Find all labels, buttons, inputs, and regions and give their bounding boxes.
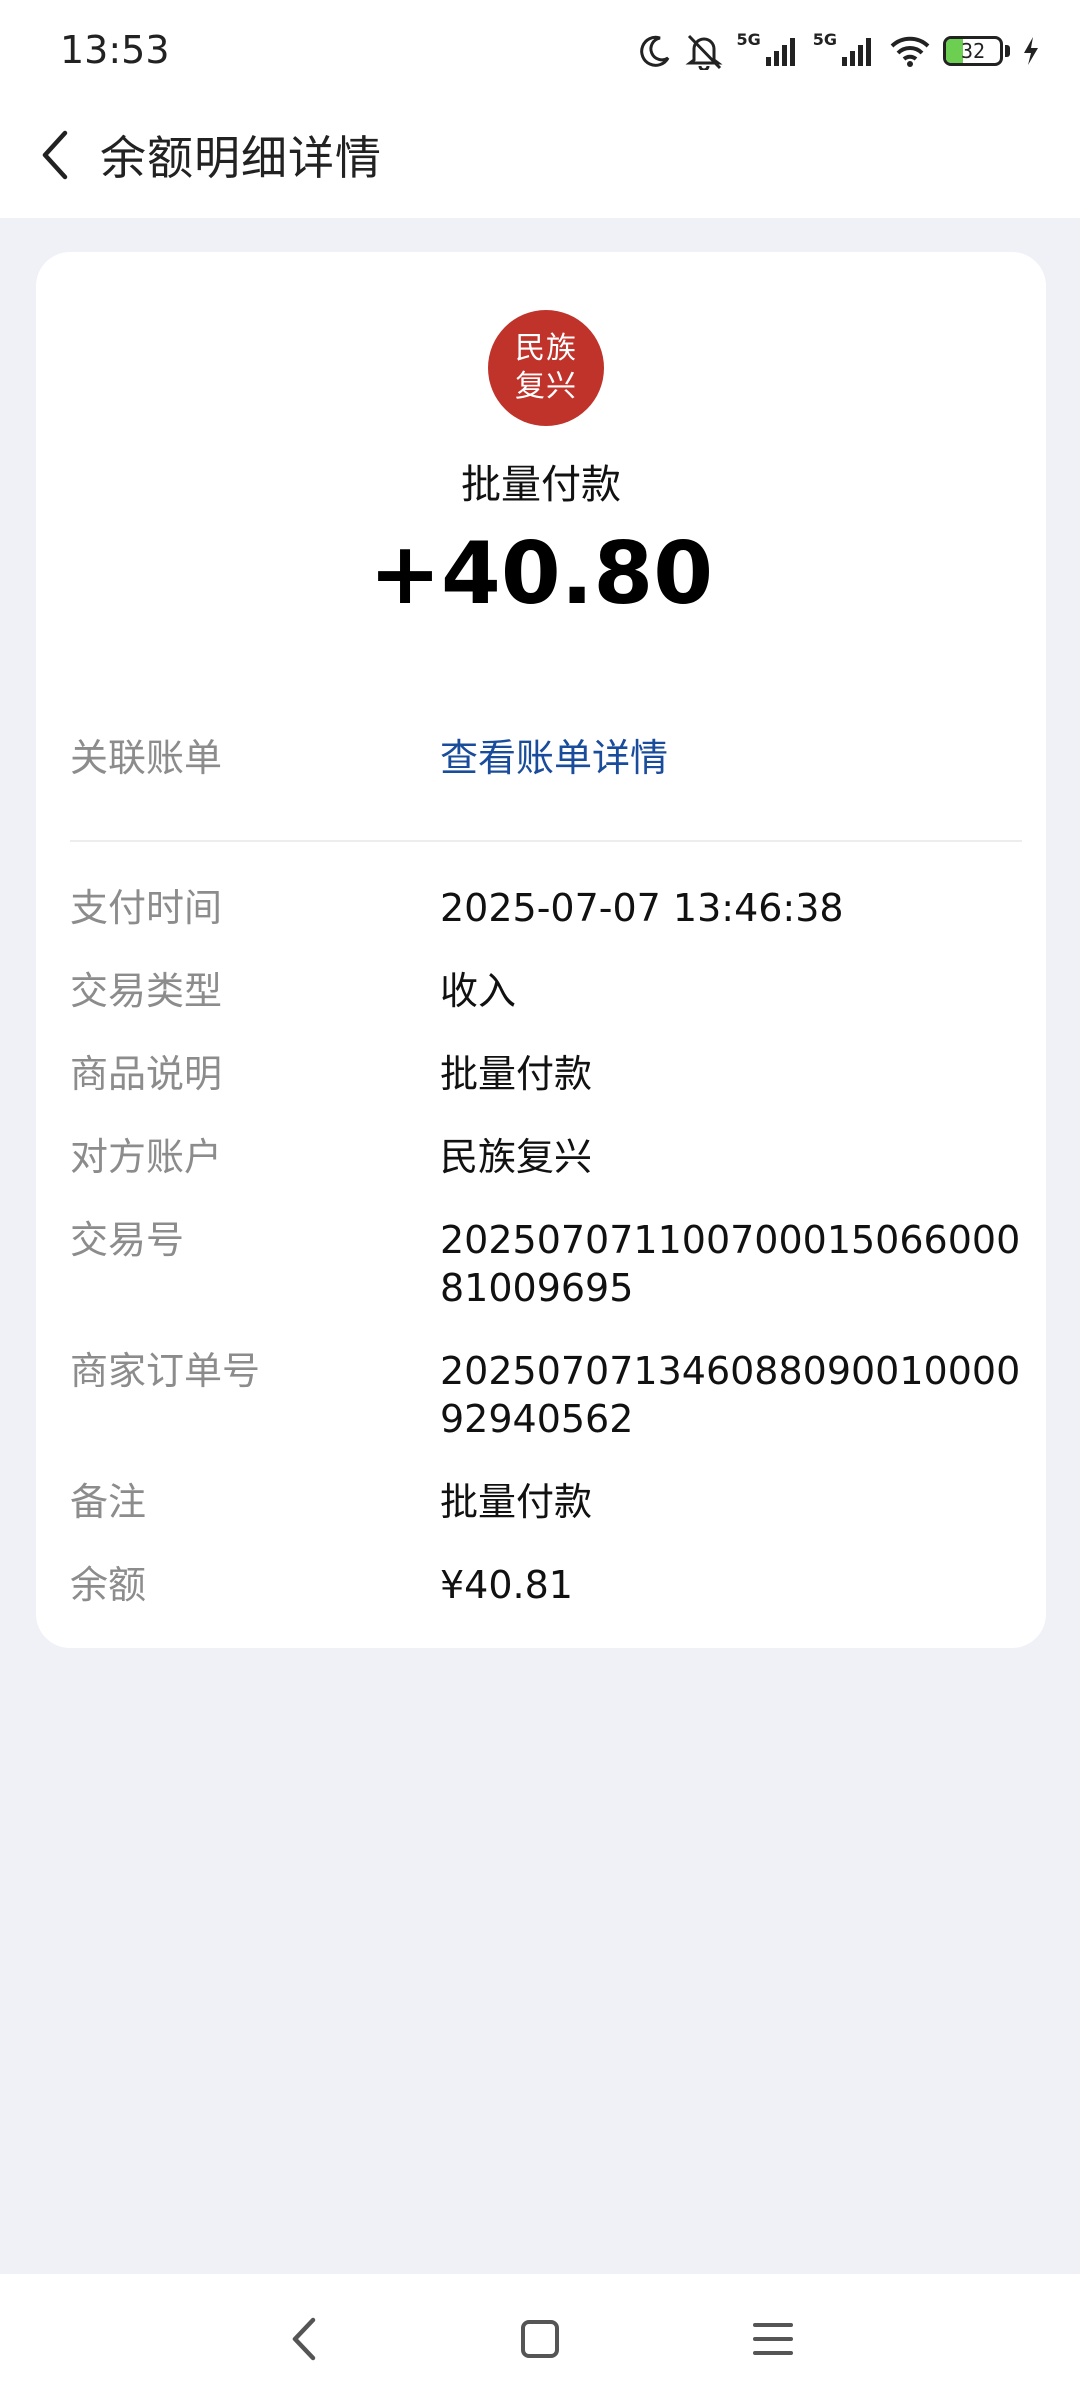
- detail-label: 支付时间: [70, 886, 223, 930]
- logo-text-line1: 民族: [515, 331, 577, 366]
- nav-menu-button[interactable]: [733, 2304, 813, 2374]
- payer-logo: 民族 复兴: [488, 310, 604, 426]
- nav-menu-icon: [753, 2323, 793, 2355]
- related-bill-row: 关联账单 查看账单详情: [70, 727, 1022, 787]
- detail-card: 民族 复兴 批量付款 +40.80 关联账单 查看账单详情 支付时间 2025-…: [36, 252, 1046, 1648]
- charging-icon: [1024, 37, 1038, 65]
- detail-value: 20250707134608809001000092940562: [440, 1349, 1021, 1441]
- battery-tip: [1005, 45, 1010, 57]
- chevron-left-icon: [42, 130, 68, 180]
- detail-value: 2025-07-07 13:46:38: [440, 886, 844, 930]
- nav-home-icon: [521, 2320, 559, 2358]
- mute-bell-icon: [685, 34, 723, 70]
- system-nav-bar: [0, 2274, 1080, 2400]
- detail-value: ¥40.81: [440, 1563, 573, 1607]
- transaction-amount: +40.80: [368, 524, 714, 624]
- moon-icon: [640, 35, 670, 67]
- battery-icon: 32: [943, 36, 1003, 66]
- detail-value: 批量付款: [440, 1052, 593, 1096]
- signal-icon: [765, 38, 795, 66]
- status-icons: 5G 5G 32: [638, 26, 1040, 76]
- detail-label: 备注: [70, 1480, 147, 1524]
- detail-value: 20250707110070001506600081009695: [440, 1218, 1021, 1310]
- nav-back-button[interactable]: [265, 2304, 345, 2374]
- detail-label: 余额: [70, 1563, 147, 1607]
- nav-home-button[interactable]: [500, 2304, 580, 2374]
- network-label: 5G: [736, 29, 761, 49]
- detail-label: 商家订单号: [70, 1349, 261, 1393]
- detail-value: 批量付款: [440, 1480, 593, 1524]
- logo-text-line2: 复兴: [515, 369, 577, 404]
- view-bill-link[interactable]: 查看账单详情: [440, 727, 668, 782]
- detail-label: 对方账户: [70, 1135, 223, 1179]
- status-bar: 13:53 5G 5G 32: [0, 0, 1080, 100]
- detail-label: 交易类型: [70, 969, 223, 1013]
- app-bar: 余额明细详情: [0, 100, 1080, 218]
- detail-label: 交易号: [70, 1218, 185, 1262]
- network-label: 5G: [812, 29, 837, 49]
- battery-level: 32: [960, 39, 986, 63]
- signal-icon: [842, 38, 871, 66]
- detail-value: 收入: [440, 969, 517, 1013]
- nav-back-icon: [292, 2317, 316, 2361]
- transaction-title: 批量付款: [461, 462, 621, 508]
- detail-value: 民族复兴: [440, 1135, 593, 1179]
- status-time: 13:53: [60, 28, 170, 72]
- related-bill-label: 关联账单: [70, 736, 223, 780]
- page-title: 余额明细详情: [100, 131, 382, 185]
- detail-label: 商品说明: [70, 1052, 223, 1096]
- wifi-icon: [890, 36, 930, 67]
- back-button[interactable]: [20, 120, 90, 190]
- divider: [70, 840, 1022, 842]
